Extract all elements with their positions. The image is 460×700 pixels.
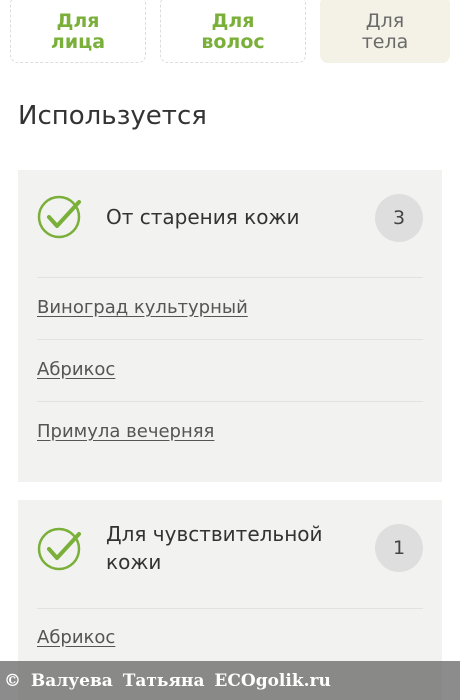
- tab-body-label: Для тела: [361, 9, 409, 53]
- tab-face-label: Для лица: [50, 9, 106, 53]
- divider: [37, 277, 423, 278]
- check-circle-icon: [37, 195, 81, 239]
- category-tabs: Для лица Для волос Для тела: [10, 0, 450, 64]
- count-badge: 3: [375, 194, 423, 242]
- check-circle-icon: [37, 527, 81, 571]
- ingredient-link[interactable]: Абрикос: [37, 627, 115, 648]
- count-badge: 1: [375, 524, 423, 572]
- ingredient-link[interactable]: Абрикос: [37, 359, 115, 380]
- usage-card-anti-aging: От старения кожи 3 Виноград культурный А…: [18, 170, 442, 482]
- ingredient-link[interactable]: Примула вечерняя: [37, 421, 214, 442]
- tab-hair[interactable]: Для волос: [160, 0, 306, 63]
- section-title: Используется: [18, 101, 207, 131]
- divider: [37, 401, 423, 402]
- divider: [37, 608, 423, 609]
- tab-body[interactable]: Для тела: [320, 0, 450, 63]
- card-title: От старения кожи: [106, 205, 300, 229]
- divider: [37, 339, 423, 340]
- card-title: Для чувствительной кожи: [106, 522, 323, 574]
- tab-hair-label: Для волос: [201, 9, 265, 53]
- ingredient-link[interactable]: Виноград культурный: [37, 297, 248, 318]
- tab-face[interactable]: Для лица: [10, 0, 146, 63]
- copyright-watermark: © Валуева Татьяна ECOgolik.ru: [0, 661, 460, 700]
